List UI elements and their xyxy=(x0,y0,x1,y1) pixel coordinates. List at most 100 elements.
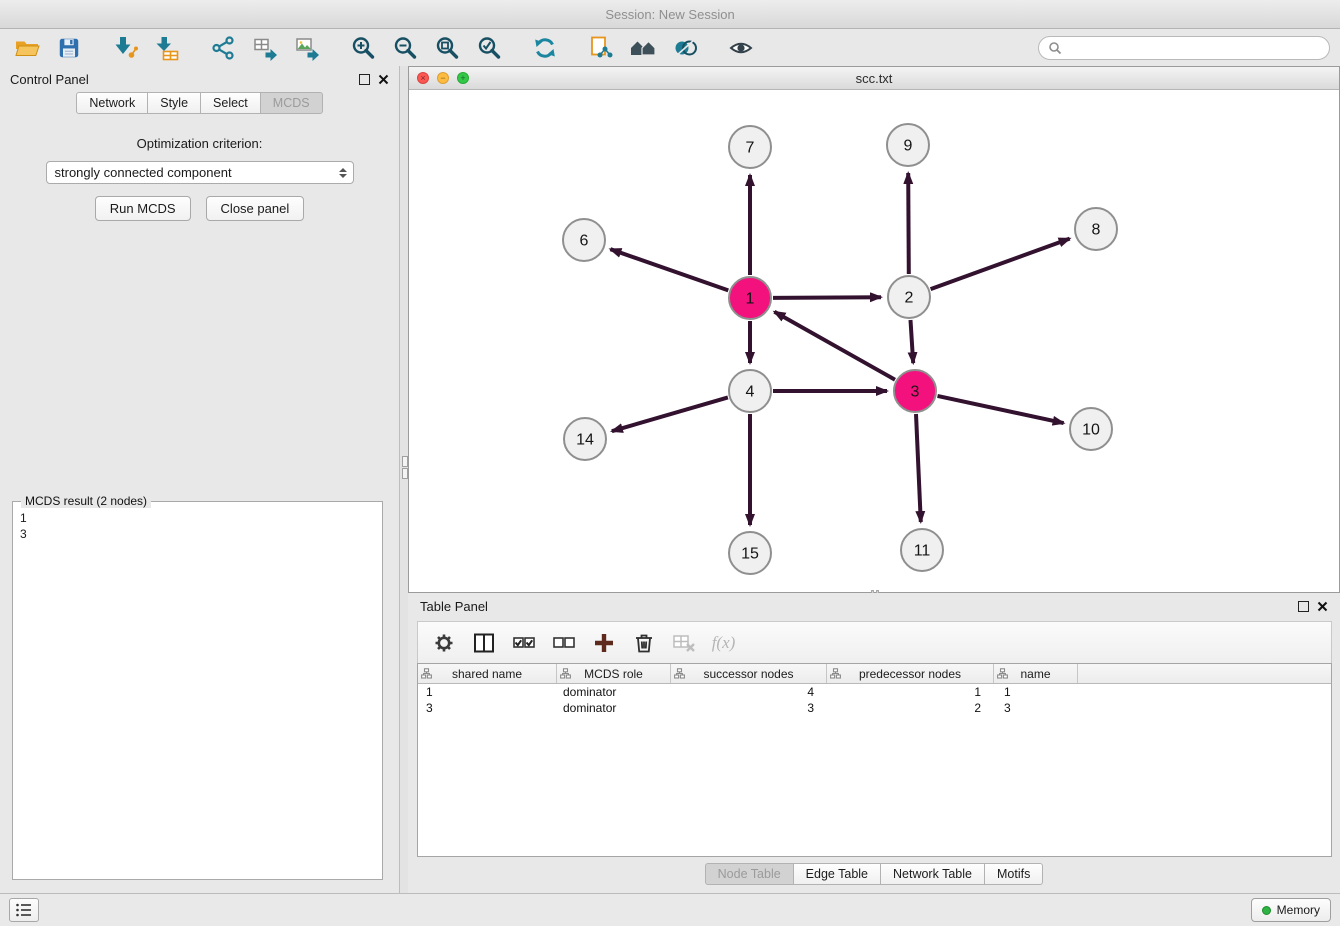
export-table-icon[interactable] xyxy=(248,32,282,64)
delete-column-icon[interactable] xyxy=(630,629,657,656)
zoom-in-icon[interactable] xyxy=(346,32,380,64)
search-icon xyxy=(1048,41,1062,55)
graph-edge-2-8[interactable] xyxy=(931,239,1070,290)
table-cell: 1 xyxy=(994,685,1078,699)
svg-text:6: 6 xyxy=(580,233,589,250)
network-window-title: scc.txt xyxy=(856,71,893,86)
graph-node-4[interactable]: 4 xyxy=(729,370,771,412)
mcds-result-title: MCDS result (2 nodes) xyxy=(21,494,151,508)
column-header-successor-nodes[interactable]: successor nodes xyxy=(671,664,827,683)
tab-motifs[interactable]: Motifs xyxy=(984,863,1043,885)
tab-network[interactable]: Network xyxy=(76,92,148,114)
graph-node-10[interactable]: 10 xyxy=(1070,408,1112,450)
import-network-icon[interactable] xyxy=(108,32,142,64)
home-icon[interactable] xyxy=(626,32,660,64)
splitter-grip-icon[interactable] xyxy=(402,456,408,467)
tab-mcds[interactable]: MCDS xyxy=(260,92,323,114)
network-view-window: × − + scc.txt 7 9 6 8 1 2 4 3 14 10 15 11 xyxy=(408,66,1340,593)
column-header-shared-name[interactable]: shared name xyxy=(418,664,557,683)
graph-node-14[interactable]: 14 xyxy=(564,418,606,460)
tab-select[interactable]: Select xyxy=(200,92,261,114)
float-panel-icon[interactable] xyxy=(359,74,370,85)
table-settings-icon[interactable] xyxy=(430,629,457,656)
select-arrows-icon xyxy=(339,168,347,178)
graph-node-9[interactable]: 9 xyxy=(887,124,929,166)
tab-node-table[interactable]: Node Table xyxy=(705,863,794,885)
run-mcds-button[interactable]: Run MCDS xyxy=(95,196,191,221)
table-row[interactable]: 1dominator411 xyxy=(418,684,1331,700)
table-toolbar: f(x) xyxy=(417,621,1332,663)
network-canvas[interactable]: 7 9 6 8 1 2 4 3 14 10 15 11 xyxy=(409,90,1339,592)
mcds-result-fieldset: MCDS result (2 nodes) 1 3 xyxy=(12,501,383,880)
graph-node-15[interactable]: 15 xyxy=(729,532,771,574)
graph-edge-2-9[interactable] xyxy=(908,173,909,274)
graph-edge-1-6[interactable] xyxy=(610,249,728,290)
save-session-icon[interactable] xyxy=(52,32,86,64)
tab-edge-table[interactable]: Edge Table xyxy=(793,863,881,885)
apply-style-icon[interactable] xyxy=(584,32,618,64)
table-cell: 1 xyxy=(418,685,557,699)
window-title-bar[interactable]: Session: New Session xyxy=(0,0,1340,29)
add-column-icon[interactable] xyxy=(590,629,617,656)
task-history-button[interactable] xyxy=(9,898,39,922)
close-window-icon[interactable]: × xyxy=(417,72,429,84)
mcds-result-list[interactable]: 1 3 xyxy=(16,508,379,876)
zoom-out-icon[interactable] xyxy=(388,32,422,64)
close-panel-icon[interactable] xyxy=(378,74,389,85)
optimization-criterion-label: Optimization criterion: xyxy=(0,136,399,151)
memory-button[interactable]: Memory xyxy=(1251,898,1331,922)
close-table-panel-icon[interactable] xyxy=(1317,601,1328,612)
graph-node-7[interactable]: 7 xyxy=(729,126,771,168)
table-cell: dominator xyxy=(557,685,671,699)
graph-node-3[interactable]: 3 xyxy=(894,370,936,412)
column-type-icon xyxy=(421,668,432,679)
table-cell: 3 xyxy=(418,701,557,715)
graph-edge-3-11[interactable] xyxy=(916,414,921,522)
panel-splitter[interactable] xyxy=(400,66,408,893)
column-header-name[interactable]: name xyxy=(994,664,1078,683)
main-toolbar xyxy=(0,29,1340,66)
select-all-columns-icon[interactable] xyxy=(510,629,537,656)
tab-style[interactable]: Style xyxy=(147,92,201,114)
graph-node-2[interactable]: 2 xyxy=(888,276,930,318)
splitter-grip-icon[interactable] xyxy=(402,468,408,479)
minimize-window-icon[interactable]: − xyxy=(437,72,449,84)
table-cell: 2 xyxy=(827,701,994,715)
close-panel-button[interactable]: Close panel xyxy=(206,196,305,221)
open-session-icon[interactable] xyxy=(10,32,44,64)
graph-edge-3-1[interactable] xyxy=(774,312,895,380)
svg-text:1: 1 xyxy=(746,291,755,308)
import-table-icon[interactable] xyxy=(150,32,184,64)
table-panel-header: Table Panel xyxy=(408,593,1340,619)
zoom-selected-icon[interactable] xyxy=(472,32,506,64)
refresh-layout-icon[interactable] xyxy=(528,32,562,64)
graph-edge-1-2[interactable] xyxy=(773,297,881,298)
graph-node-8[interactable]: 8 xyxy=(1075,208,1117,250)
network-window-titlebar[interactable]: × − + scc.txt xyxy=(409,67,1339,90)
zoom-fit-icon[interactable] xyxy=(430,32,464,64)
graph-node-6[interactable]: 6 xyxy=(563,219,605,261)
graph-edge-3-10[interactable] xyxy=(938,396,1064,423)
network-graph-svg[interactable]: 7 9 6 8 1 2 4 3 14 10 15 11 xyxy=(409,90,1339,593)
table-row[interactable]: 3dominator323 xyxy=(418,700,1331,716)
tab-network-table[interactable]: Network Table xyxy=(880,863,985,885)
graph-edge-4-14[interactable] xyxy=(612,397,728,431)
zoom-window-icon[interactable]: + xyxy=(457,72,469,84)
search-input[interactable] xyxy=(1068,39,1320,56)
float-table-panel-icon[interactable] xyxy=(1298,601,1309,612)
application-window: Session: New Session xyxy=(0,0,1340,926)
show-columns-icon[interactable] xyxy=(470,629,497,656)
search-box xyxy=(1038,36,1330,60)
graph-edge-2-3[interactable] xyxy=(911,320,914,363)
graph-node-1[interactable]: 1 xyxy=(729,277,771,319)
column-header-mcds-role[interactable]: MCDS role xyxy=(557,664,671,683)
export-network-icon[interactable] xyxy=(206,32,240,64)
criterion-select[interactable]: strongly connected component xyxy=(46,161,354,184)
mcds-result-value: 3 xyxy=(20,526,375,542)
graph-node-11[interactable]: 11 xyxy=(901,529,943,571)
column-header-predecessor-nodes[interactable]: predecessor nodes xyxy=(827,664,994,683)
unselect-all-columns-icon[interactable] xyxy=(550,629,577,656)
export-image-icon[interactable] xyxy=(290,32,324,64)
birdseye-view-icon[interactable] xyxy=(724,32,758,64)
graphics-details-icon[interactable] xyxy=(668,32,702,64)
